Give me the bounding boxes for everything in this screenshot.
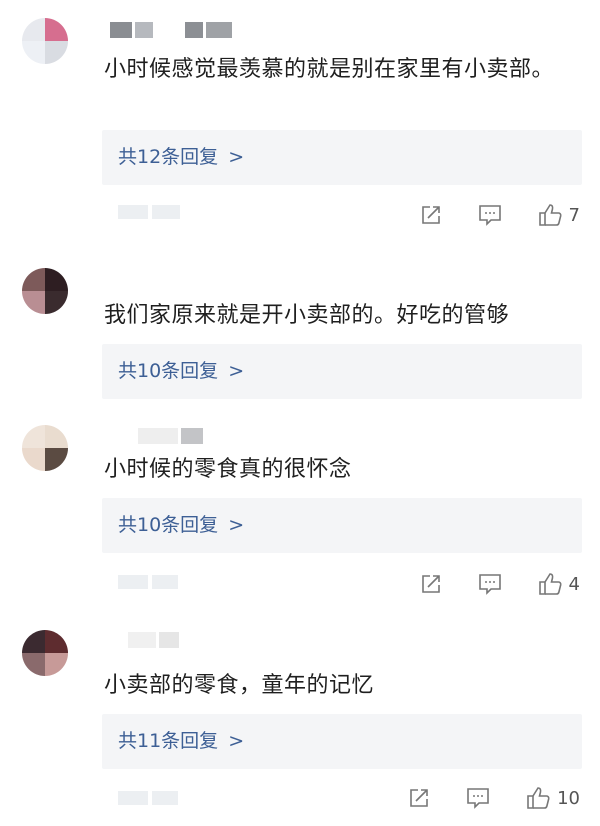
like-button[interactable]: 4 [537, 571, 580, 597]
like-count: 4 [568, 573, 580, 595]
comment-actions: 7 [385, 200, 580, 230]
view-replies-button[interactable]: 共10条回复 > [102, 498, 582, 553]
comment-button[interactable] [465, 786, 491, 810]
like-count: 7 [568, 204, 580, 226]
comment-actions: 10 [373, 783, 580, 813]
username-blurred[interactable] [138, 428, 206, 444]
comment-text: 我们家原来就是开小卖部的。好吃的管够 [104, 303, 510, 328]
share-button[interactable] [419, 572, 443, 596]
comment-text: 小卖部的零食，童年的记忆 [104, 673, 375, 698]
comment-icon [467, 788, 489, 809]
avatar[interactable] [22, 268, 68, 314]
view-replies-button[interactable]: 共12条回复 > [102, 130, 582, 185]
share-icon [421, 206, 440, 224]
like-button[interactable]: 10 [525, 785, 580, 811]
chevron-right-icon: > [228, 730, 245, 752]
timestamp-blurred [118, 790, 182, 805]
comment-button[interactable] [477, 203, 503, 227]
thumbs-up-icon [527, 787, 550, 809]
username-blurred[interactable] [128, 632, 182, 648]
avatar[interactable] [22, 18, 68, 64]
thumbs-up-icon [538, 204, 562, 226]
share-icon [410, 789, 428, 807]
replies-label: 共10条回复 [118, 514, 219, 536]
timestamp-blurred [118, 574, 182, 589]
comment-icon [478, 205, 501, 226]
share-button[interactable] [407, 786, 431, 810]
like-button[interactable]: 7 [537, 202, 580, 228]
chevron-right-icon: > [228, 360, 245, 382]
replies-label: 共10条回复 [118, 360, 219, 382]
thumbs-up-icon [538, 573, 562, 595]
replies-label: 共11条回复 [118, 730, 219, 752]
timestamp-blurred [118, 204, 184, 219]
like-count: 10 [557, 787, 580, 809]
avatar[interactable] [22, 630, 68, 676]
chevron-right-icon: > [228, 146, 245, 168]
comment-icon [478, 574, 501, 595]
chevron-right-icon: > [228, 514, 245, 536]
view-replies-button[interactable]: 共11条回复 > [102, 714, 582, 769]
replies-label: 共12条回复 [118, 146, 219, 168]
share-icon [421, 575, 440, 593]
avatar[interactable] [22, 425, 68, 471]
share-button[interactable] [419, 203, 443, 227]
comment-actions: 4 [385, 569, 580, 599]
comment-text: 小时候的零食真的很怀念 [104, 457, 352, 482]
comment-button[interactable] [477, 572, 503, 596]
view-replies-button[interactable]: 共10条回复 > [102, 344, 582, 399]
username-blurred[interactable] [110, 22, 235, 38]
comment-text: 小时候感觉最羡慕的就是别在家里有小卖部。 [104, 57, 555, 82]
